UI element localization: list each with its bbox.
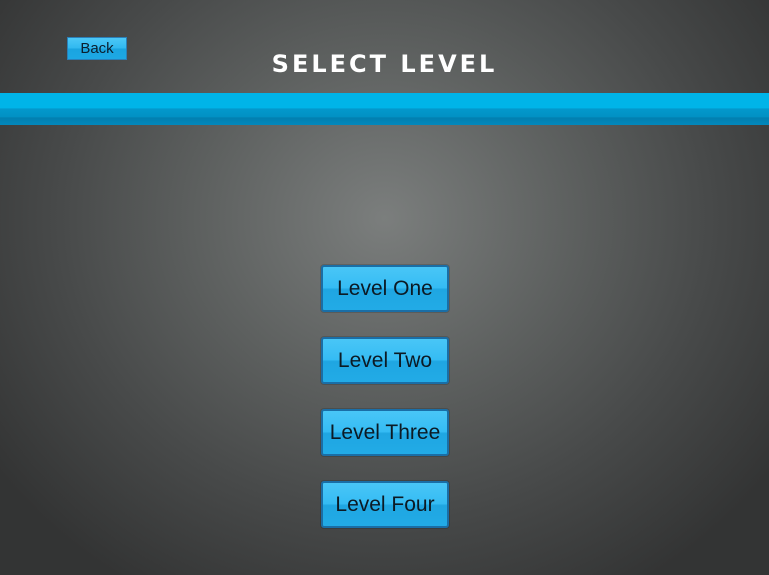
level-three-button[interactable]: Level Three	[321, 409, 449, 456]
level-list: Level One Level Two Level Three Level Fo…	[321, 265, 449, 553]
page-title: SELECT LEVEL	[271, 50, 498, 78]
level-four-button[interactable]: Level Four	[321, 481, 449, 528]
level-two-button[interactable]: Level Two	[321, 337, 449, 384]
header-accent-bar	[0, 93, 769, 125]
level-one-button[interactable]: Level One	[321, 265, 449, 312]
